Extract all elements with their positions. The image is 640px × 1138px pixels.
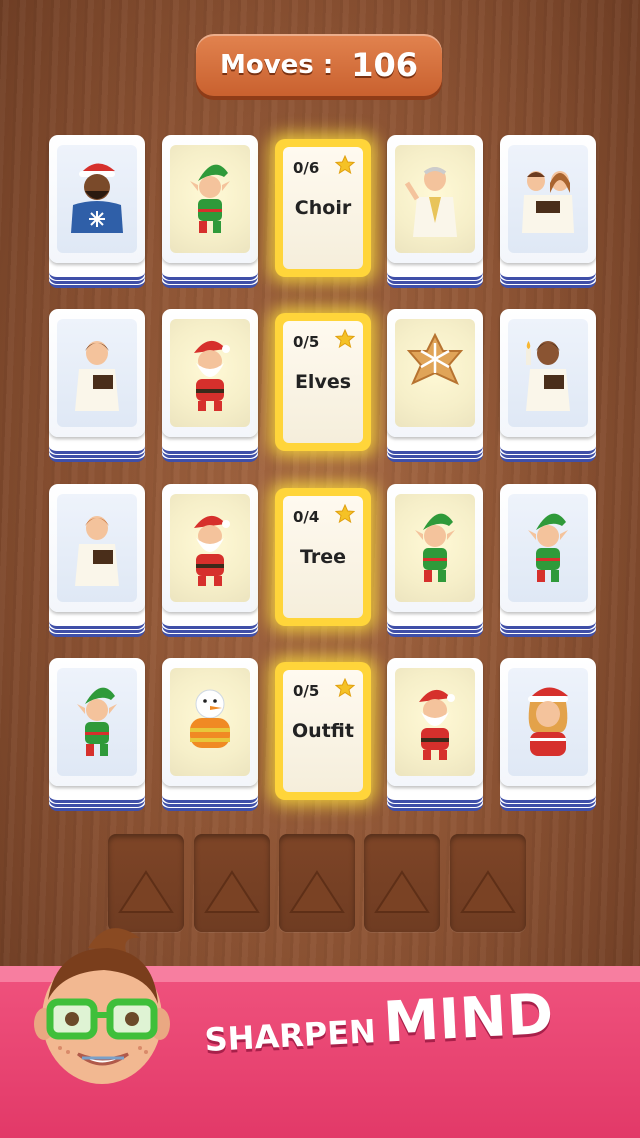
tile-stack[interactable] (49, 484, 145, 637)
tile-stack[interactable] (49, 309, 145, 462)
tile-art (395, 494, 475, 602)
tile-stack[interactable] (387, 309, 483, 462)
santa-waving-icon (174, 502, 246, 594)
priest-icon (399, 153, 471, 245)
slogan-word-mind: MIND (381, 981, 555, 1056)
tile-stack[interactable] (49, 135, 145, 288)
triangle-placeholder-icon (204, 870, 260, 932)
tile-face[interactable] (162, 309, 258, 437)
gingerbread-snowflake-icon (399, 327, 471, 419)
category-card-inner: 0/4 Tree (283, 496, 363, 618)
category-card-inner: 0/5 Outfit (283, 670, 363, 792)
category-progress: 0/6 (293, 159, 320, 177)
tile-face[interactable] (387, 309, 483, 437)
tile-stack[interactable] (500, 135, 596, 288)
tile-face[interactable] (387, 658, 483, 786)
tile-stack[interactable] (387, 135, 483, 288)
moves-value: 106 (351, 46, 419, 84)
category-card: 0/4 Tree (275, 488, 371, 626)
tile-art (508, 668, 588, 776)
tile-face[interactable] (387, 135, 483, 263)
tile-face[interactable] (500, 135, 596, 263)
category-card-inner: 0/5 Elves (283, 321, 363, 443)
tile-art (57, 145, 137, 253)
mascot-boy-glasses-icon (34, 928, 170, 1084)
tile-art (508, 319, 588, 427)
tile-art (508, 145, 588, 253)
category-card: 0/6 Choir (275, 139, 371, 277)
santa-with-gift-icon (174, 327, 246, 419)
star-icon (334, 154, 356, 179)
star-icon (334, 328, 356, 353)
snowman-sweater-icon (174, 676, 246, 768)
triangle-placeholder-icon (460, 870, 516, 932)
choir-duo-icon (512, 153, 584, 245)
slogan-word-sharpen: SHARPEN (203, 1012, 377, 1060)
category-name: Outfit (292, 720, 354, 742)
category-name: Elves (294, 371, 352, 393)
tray-slot[interactable] (194, 834, 270, 932)
tray-slot[interactable] (364, 834, 440, 932)
choir-girl-candle-icon (512, 327, 584, 419)
moves-counter: Moves : 106 (196, 34, 442, 96)
tile-art (170, 319, 250, 427)
tile-stack[interactable] (500, 658, 596, 811)
category-progress: 0/5 (293, 682, 320, 700)
tile-face[interactable] (49, 658, 145, 786)
tile-art (57, 319, 137, 427)
star-icon (334, 503, 356, 528)
category-card-inner: 0/6 Choir (283, 147, 363, 269)
tray-slot[interactable] (279, 834, 355, 932)
tile-art (170, 145, 250, 253)
tile-stack[interactable] (162, 309, 258, 462)
tile-face[interactable] (162, 135, 258, 263)
tile-face[interactable] (387, 484, 483, 612)
tile-face[interactable] (162, 484, 258, 612)
tile-stack[interactable] (387, 658, 483, 811)
tile-art (508, 494, 588, 602)
elf-cheering-icon (512, 502, 584, 594)
tile-stack[interactable] (49, 658, 145, 811)
category-progress: 0/4 (293, 508, 320, 526)
tile-art (57, 494, 137, 602)
tile-stack[interactable] (387, 484, 483, 637)
elf-with-gift-icon (399, 502, 471, 594)
triangle-placeholder-icon (374, 870, 430, 932)
moves-label: Moves : (219, 50, 334, 80)
girl-santa-hat-icon (512, 676, 584, 768)
tile-art (170, 494, 250, 602)
tile-face[interactable] (500, 484, 596, 612)
caroler-man-santa-hat-icon (61, 153, 133, 245)
tile-face[interactable] (500, 309, 596, 437)
tile-art (395, 145, 475, 253)
tile-art (57, 668, 137, 776)
tile-face[interactable] (49, 309, 145, 437)
tile-stack[interactable] (500, 484, 596, 637)
santa-sack-icon (399, 676, 471, 768)
tile-stack[interactable] (162, 658, 258, 811)
category-card: 0/5 Outfit (275, 662, 371, 800)
tray-slot[interactable] (450, 834, 526, 932)
choir-girl-book-icon (61, 502, 133, 594)
elf-icon (174, 153, 246, 245)
tile-stack[interactable] (162, 135, 258, 288)
tile-stack[interactable] (500, 309, 596, 462)
category-card: 0/5 Elves (275, 313, 371, 451)
tile-face[interactable] (49, 135, 145, 263)
category-name: Tree (299, 546, 346, 568)
tile-stack[interactable] (162, 484, 258, 637)
tile-face[interactable] (162, 658, 258, 786)
category-progress: 0/5 (293, 333, 320, 351)
star-icon (334, 677, 356, 702)
tile-art (170, 668, 250, 776)
elf-candy-cane-icon (61, 676, 133, 768)
tile-face[interactable] (500, 658, 596, 786)
triangle-placeholder-icon (289, 870, 345, 932)
choir-boy-icon (61, 327, 133, 419)
tile-face[interactable] (49, 484, 145, 612)
tile-art (395, 319, 475, 427)
tile-art (395, 668, 475, 776)
category-name: Choir (294, 197, 352, 219)
